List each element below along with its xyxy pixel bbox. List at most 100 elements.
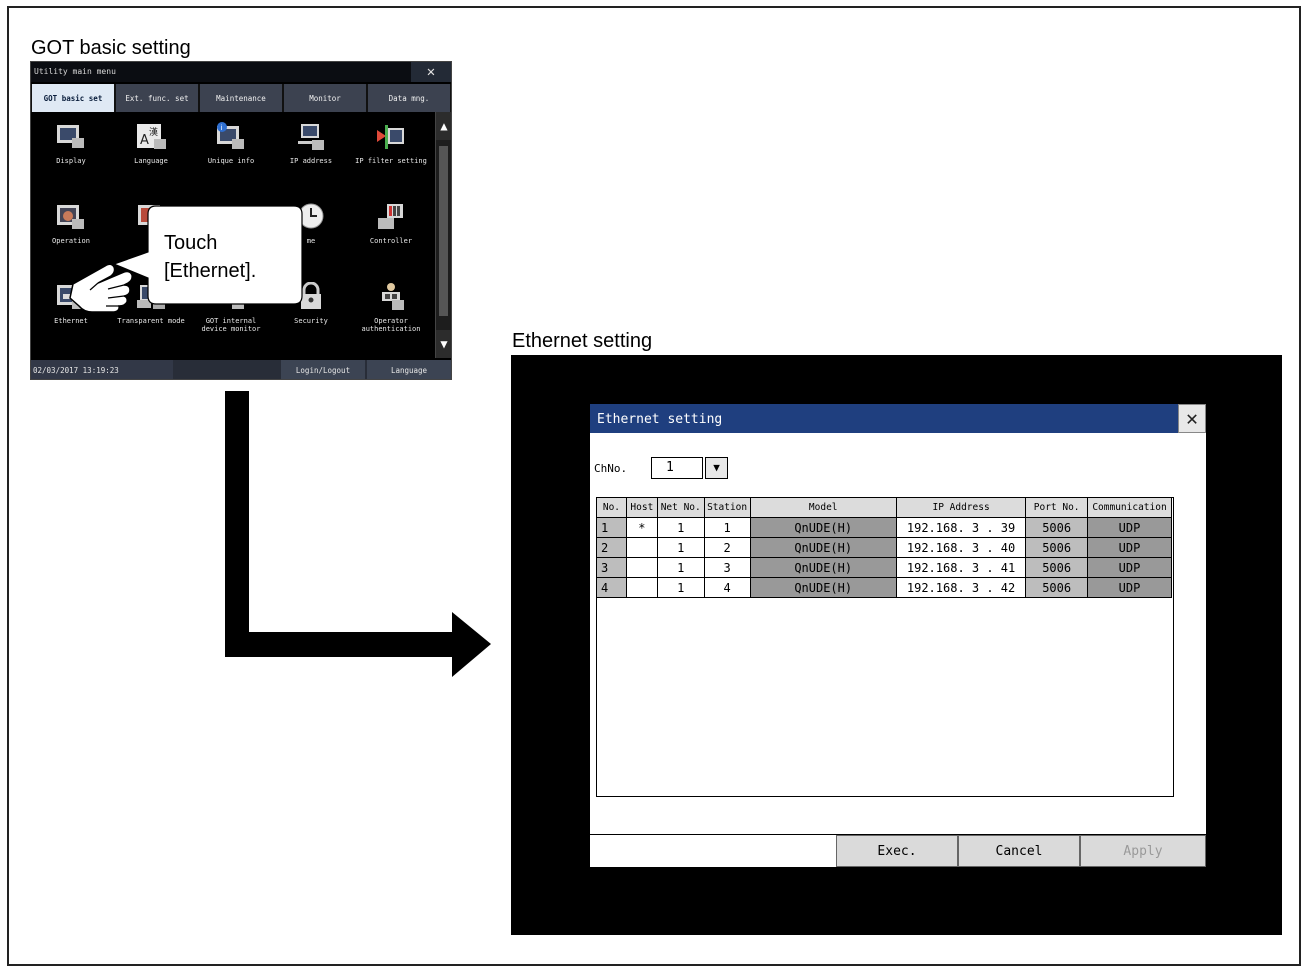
utility-item-operation[interactable]: Operation bbox=[33, 202, 109, 262]
ip-address-icon bbox=[294, 122, 328, 152]
utility-item-language[interactable]: A漢 Language bbox=[113, 122, 189, 182]
ip-filter-icon bbox=[374, 122, 408, 152]
col-no: No. bbox=[596, 497, 627, 518]
utility-item-unique-info[interactable]: i Unique info bbox=[193, 122, 269, 182]
tab-got-basic-set[interactable]: GOT basic set bbox=[32, 84, 114, 112]
scroll-down-icon[interactable]: ▼ bbox=[436, 330, 451, 358]
col-station: Station bbox=[703, 497, 751, 518]
col-ip-address: IP Address bbox=[895, 497, 1027, 518]
hidden-icon bbox=[134, 202, 168, 232]
utility-item-time[interactable]: me bbox=[273, 202, 349, 262]
utility-item-controller[interactable]: Controller bbox=[353, 202, 429, 262]
callout-text: Touch [Ethernet]. bbox=[164, 229, 256, 285]
cell-port-no: 5006 bbox=[1025, 537, 1089, 558]
utility-tab-bar: GOT basic set Ext. func. set Maintenance… bbox=[31, 84, 451, 112]
table-row[interactable]: 1 * 1 1 QnUDE(H) 192.168. 3 . 39 5006 UD… bbox=[596, 517, 1172, 538]
utility-item-ip-filter[interactable]: IP filter setting bbox=[353, 122, 429, 182]
language-icon: A漢 bbox=[134, 122, 168, 152]
controller-icon bbox=[374, 202, 408, 232]
close-icon[interactable]: ✕ bbox=[411, 62, 451, 82]
transparent-mode-icon bbox=[134, 282, 168, 312]
cell-net-no: 1 bbox=[656, 537, 705, 558]
cell-model: QnUDE(H) bbox=[749, 577, 897, 598]
table-row[interactable]: 2 1 2 QnUDE(H) 192.168. 3 . 40 5006 UDP bbox=[596, 537, 1172, 558]
cell-port-no: 5006 bbox=[1025, 517, 1089, 538]
cell-no: 2 bbox=[596, 537, 627, 558]
cell-ip-address: 192.168. 3 . 39 bbox=[895, 517, 1027, 538]
svg-text:漢: 漢 bbox=[149, 126, 158, 138]
login-logout-button[interactable]: Login/Logout bbox=[281, 360, 365, 379]
cell-station: 4 bbox=[703, 577, 751, 598]
utility-main-menu-screen: Utility main menu ✕ GOT basic set Ext. f… bbox=[30, 61, 452, 380]
cell-no: 3 bbox=[596, 557, 627, 578]
ethernet-button-bar: Exec. Cancel Apply bbox=[590, 834, 1206, 867]
utility-footer: 02/03/2017 13:19:23 Login/Logout Languag… bbox=[31, 360, 451, 379]
cell-port-no: 5006 bbox=[1025, 577, 1089, 598]
ethernet-caption: Ethernet setting bbox=[512, 330, 653, 352]
cell-communication: UDP bbox=[1087, 577, 1172, 598]
cell-net-no: 1 bbox=[656, 517, 705, 538]
cell-host bbox=[625, 577, 658, 598]
callout-line1: Touch bbox=[164, 232, 218, 254]
cell-port-no: 5006 bbox=[1025, 557, 1089, 578]
ethernet-table: No. Host Net No. Station Model IP Addres… bbox=[596, 497, 1172, 598]
cell-station: 1 bbox=[703, 517, 751, 538]
utility-title-bar: Utility main menu ✕ bbox=[31, 62, 451, 82]
cell-model: QnUDE(H) bbox=[749, 557, 897, 578]
operator-auth-icon bbox=[374, 282, 408, 312]
utility-item-operator-auth[interactable]: Operator authentication bbox=[353, 282, 429, 342]
clock-icon bbox=[294, 202, 328, 232]
col-host: Host bbox=[625, 497, 658, 518]
utility-item-security[interactable]: Security bbox=[273, 282, 349, 342]
cell-model: QnUDE(H) bbox=[749, 537, 897, 558]
cell-model: QnUDE(H) bbox=[749, 517, 897, 538]
cell-host: * bbox=[625, 517, 658, 538]
tab-monitor[interactable]: Monitor bbox=[284, 84, 366, 112]
cell-station: 3 bbox=[703, 557, 751, 578]
cell-ip-address: 192.168. 3 . 41 bbox=[895, 557, 1027, 578]
ethernet-title-bar: Ethernet setting ✕ bbox=[590, 404, 1206, 433]
cell-no: 1 bbox=[596, 517, 627, 538]
cell-station: 2 bbox=[703, 537, 751, 558]
tab-ext-func-set[interactable]: Ext. func. set bbox=[116, 84, 198, 112]
table-row[interactable]: 4 1 4 QnUDE(H) 192.168. 3 . 42 5006 UDP bbox=[596, 577, 1172, 598]
utility-item-display[interactable]: Display bbox=[33, 122, 109, 182]
utility-scrollbar[interactable]: ▲ ▼ bbox=[435, 112, 451, 358]
footer-datetime: 02/03/2017 13:19:23 bbox=[31, 360, 173, 379]
utility-item-ip-address[interactable]: IP address bbox=[273, 122, 349, 182]
ethernet-icon bbox=[54, 282, 88, 312]
cancel-button[interactable]: Cancel bbox=[958, 835, 1080, 867]
chno-select[interactable]: 1 bbox=[651, 457, 703, 479]
col-net-no: Net No. bbox=[656, 497, 705, 518]
table-row[interactable]: 3 1 3 QnUDE(H) 192.168. 3 . 41 5006 UDP bbox=[596, 557, 1172, 578]
svg-text:A: A bbox=[140, 133, 149, 148]
close-icon[interactable]: ✕ bbox=[1178, 404, 1206, 433]
utility-item-device-monitor[interactable]: GOT internal device monitor bbox=[193, 282, 269, 342]
utility-title: Utility main menu bbox=[34, 67, 116, 76]
exec-button[interactable]: Exec. bbox=[836, 835, 958, 867]
operation-icon bbox=[54, 202, 88, 232]
tab-data-mng[interactable]: Data mng. bbox=[368, 84, 450, 112]
scroll-up-icon[interactable]: ▲ bbox=[436, 112, 451, 140]
ethernet-table-area: No. Host Net No. Station Model IP Addres… bbox=[596, 497, 1174, 797]
svg-text:i: i bbox=[221, 124, 223, 132]
cell-ip-address: 192.168. 3 . 42 bbox=[895, 577, 1027, 598]
cell-ip-address: 192.168. 3 . 40 bbox=[895, 537, 1027, 558]
utility-item-transparent-mode[interactable]: Transparent mode bbox=[113, 282, 189, 342]
ethernet-window-title: Ethernet setting bbox=[597, 412, 723, 427]
cell-net-no: 1 bbox=[656, 557, 705, 578]
apply-button[interactable]: Apply bbox=[1080, 835, 1206, 867]
cell-net-no: 1 bbox=[656, 577, 705, 598]
ethernet-setting-window: Ethernet setting ✕ ChNo. 1 ▼ No. Host Ne… bbox=[590, 404, 1206, 867]
cell-no: 4 bbox=[596, 577, 627, 598]
cell-communication: UDP bbox=[1087, 557, 1172, 578]
chno-label: ChNo. bbox=[594, 462, 628, 475]
language-button[interactable]: Language bbox=[367, 360, 451, 379]
tab-maintenance[interactable]: Maintenance bbox=[200, 84, 282, 112]
scroll-thumb[interactable] bbox=[439, 146, 448, 316]
display-icon bbox=[54, 122, 88, 152]
cell-host bbox=[625, 537, 658, 558]
col-model: Model bbox=[749, 497, 897, 518]
chevron-down-icon[interactable]: ▼ bbox=[705, 457, 728, 479]
utility-item-ethernet[interactable]: Ethernet bbox=[33, 282, 109, 342]
